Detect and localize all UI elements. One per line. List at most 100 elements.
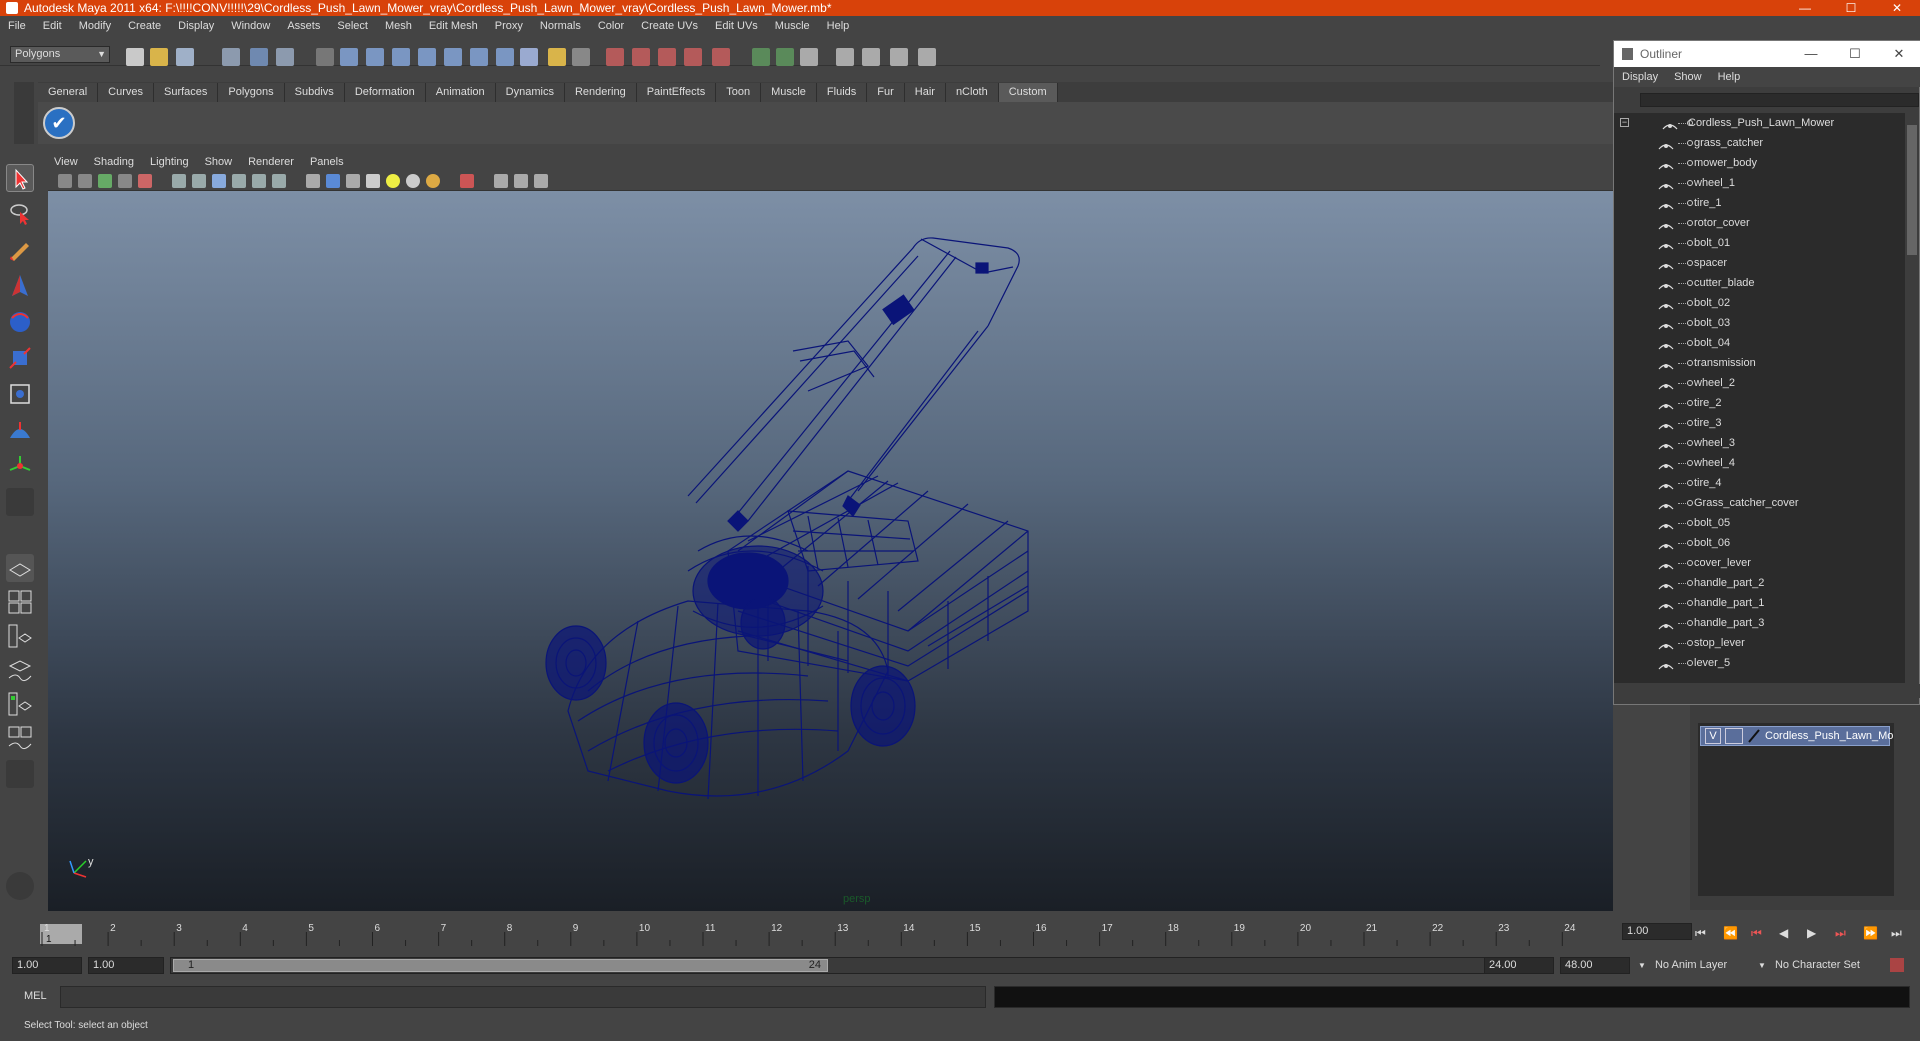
outliner-item[interactable]: spacer xyxy=(1614,253,1906,273)
paint-select-tool-icon[interactable] xyxy=(6,236,34,264)
outliner-item[interactable]: wheel_3 xyxy=(1614,433,1906,453)
use-all-lights-icon[interactable] xyxy=(386,174,400,188)
viewport-menu-lighting[interactable]: Lighting xyxy=(150,156,189,168)
render-view-icon[interactable] xyxy=(712,48,730,66)
outliner-item[interactable]: stop_lever xyxy=(1614,633,1906,653)
outliner-item[interactable]: handle_part_2 xyxy=(1614,573,1906,593)
bookmark-icon[interactable] xyxy=(98,174,112,188)
outliner-horizontal-scrollbar[interactable] xyxy=(1614,684,1920,698)
snap-grid-icon[interactable] xyxy=(340,48,358,66)
time-slider[interactable]: 1 2 3 4 5 6 7 8 9 10 11 12 13 14 15 16 17 18 19 20 21 22 23 24 1 xyxy=(12,920,1622,948)
character-set-dropdown[interactable]: ▼ No Character Set xyxy=(1758,957,1888,974)
menu-mesh[interactable]: Mesh xyxy=(385,20,412,32)
outliner-item[interactable]: bolt_02 xyxy=(1614,293,1906,313)
safe-title-icon[interactable] xyxy=(272,174,286,188)
step-forward-frame-icon[interactable]: ⏭ xyxy=(1835,926,1846,941)
snap-curve-icon[interactable] xyxy=(366,48,384,66)
viewport-menu-renderer[interactable]: Renderer xyxy=(248,156,294,168)
outliner-item[interactable]: grass_catcher xyxy=(1614,133,1906,153)
outliner-root-item[interactable]: − Cordless_Push_Lawn_Mower xyxy=(1614,113,1906,133)
tab-fur[interactable]: Fur xyxy=(867,83,905,102)
outliner-menu-help[interactable]: Help xyxy=(1718,71,1741,83)
snap-surface-icon[interactable] xyxy=(444,48,462,66)
menu-select[interactable]: Select xyxy=(337,20,368,32)
tab-subdivs[interactable]: Subdivs xyxy=(284,83,345,102)
single-perspective-layout-icon[interactable] xyxy=(6,554,34,582)
tab-polygons[interactable]: Polygons xyxy=(218,83,285,102)
step-back-frame-icon[interactable]: ⏮ xyxy=(1751,926,1762,941)
anim-layer-dropdown[interactable]: ▼ No Anim Layer xyxy=(1638,957,1750,974)
resolution-gate-icon[interactable] xyxy=(192,174,206,188)
outliner-menu-display[interactable]: Display xyxy=(1622,71,1658,83)
step-back-key-icon[interactable]: ⏪ xyxy=(1723,926,1738,940)
menu-proxy[interactable]: Proxy xyxy=(495,20,523,32)
viewport-menu-show[interactable]: Show xyxy=(205,156,233,168)
layout-four-icon[interactable] xyxy=(862,48,880,66)
film-gate-icon[interactable] xyxy=(172,174,186,188)
step-forward-key-icon[interactable]: ⏩ xyxy=(1863,926,1878,940)
outliner-maximize-button[interactable]: ☐ xyxy=(1833,41,1877,67)
outliner-item[interactable]: wheel_1 xyxy=(1614,173,1906,193)
show-manipulator-icon[interactable] xyxy=(6,452,34,480)
wireframe-on-shaded-icon[interactable] xyxy=(346,174,360,188)
show-tool-settings-icon[interactable] xyxy=(776,48,794,66)
auto-key-icon[interactable] xyxy=(1890,958,1904,972)
four-view-layout-icon[interactable] xyxy=(6,588,34,616)
viewport-menu-panels[interactable]: Panels xyxy=(310,156,344,168)
rotate-tool-icon[interactable] xyxy=(6,308,34,336)
shelf-handle[interactable] xyxy=(14,82,34,144)
grid-toggle-icon[interactable] xyxy=(138,174,152,188)
menu-create[interactable]: Create xyxy=(128,20,161,32)
tab-deformation[interactable]: Deformation xyxy=(344,83,426,102)
select-component-icon[interactable] xyxy=(276,48,294,66)
tab-dynamics[interactable]: Dynamics xyxy=(495,83,565,102)
go-to-start-icon[interactable]: ⏮ xyxy=(1695,926,1706,941)
layer-list[interactable] xyxy=(1698,723,1894,898)
menu-muscle[interactable]: Muscle xyxy=(775,20,810,32)
outliner-list[interactable]: − Cordless_Push_Lawn_Mower grass_catcher mo… xyxy=(1614,113,1906,683)
tab-rendering[interactable]: Rendering xyxy=(564,83,637,102)
save-scene-icon[interactable] xyxy=(176,48,194,66)
select-camera-icon[interactable] xyxy=(58,174,72,188)
outliner-item[interactable]: Grass_catcher_cover xyxy=(1614,493,1906,513)
collapse-icon[interactable]: − xyxy=(1620,118,1629,127)
lasso-tool-icon[interactable] xyxy=(6,200,34,228)
field-chart-icon[interactable] xyxy=(232,174,246,188)
tab-animation[interactable]: Animation xyxy=(425,83,496,102)
outliner-item[interactable]: wheel_2 xyxy=(1614,373,1906,393)
start-time-field[interactable]: 1.00 xyxy=(12,957,82,974)
outliner-item[interactable]: bolt_01 xyxy=(1614,233,1906,253)
menu-help[interactable]: Help xyxy=(827,20,850,32)
selection-mask-icon[interactable] xyxy=(316,48,334,66)
gate-mask-icon[interactable] xyxy=(212,174,226,188)
soft-modification-tool-icon[interactable] xyxy=(6,416,34,444)
playback-end-field[interactable]: 24.00 xyxy=(1484,957,1554,974)
isolate-select-icon[interactable] xyxy=(460,174,474,188)
layer-scrollbar[interactable] xyxy=(1698,896,1894,910)
time-ruler[interactable]: 1 2 3 4 5 6 7 8 9 10 11 12 13 14 15 16 17 18 19 20 21 22 23 241 xyxy=(22,922,1622,946)
menu-edit-uvs[interactable]: Edit UVs xyxy=(715,20,758,32)
help-icon[interactable] xyxy=(520,48,538,66)
input-output-icon[interactable] xyxy=(572,48,590,66)
hypershade-icon[interactable] xyxy=(684,48,702,66)
xray-joints-icon[interactable] xyxy=(514,174,528,188)
outliner-persp-layout-icon[interactable] xyxy=(6,622,34,650)
mel-input[interactable] xyxy=(60,986,986,1008)
outliner-item[interactable]: mower_body xyxy=(1614,153,1906,173)
menu-display[interactable]: Display xyxy=(178,20,214,32)
outliner-titlebar[interactable]: Outliner — ☐ ✕ xyxy=(1614,41,1920,67)
viewport-menu-shading[interactable]: Shading xyxy=(94,156,134,168)
perspective-viewport[interactable]: y persp xyxy=(48,191,1613,911)
go-to-end-icon[interactable]: ⏭ xyxy=(1891,926,1902,941)
safe-action-icon[interactable] xyxy=(252,174,266,188)
outliner-vertical-scrollbar[interactable] xyxy=(1905,113,1919,683)
menu-color[interactable]: Color xyxy=(598,20,624,32)
persp-graph-layout-icon[interactable] xyxy=(6,656,34,684)
outliner-item[interactable]: handle_part_3 xyxy=(1614,613,1906,633)
tab-toon[interactable]: Toon xyxy=(716,83,762,102)
outliner-scroll-thumb[interactable] xyxy=(1907,125,1917,255)
manipulator-tool-icon[interactable] xyxy=(6,380,34,408)
layer-visibility-toggle[interactable]: V xyxy=(1705,728,1721,744)
shadows-icon[interactable] xyxy=(406,174,420,188)
wireframe-icon[interactable] xyxy=(306,174,320,188)
